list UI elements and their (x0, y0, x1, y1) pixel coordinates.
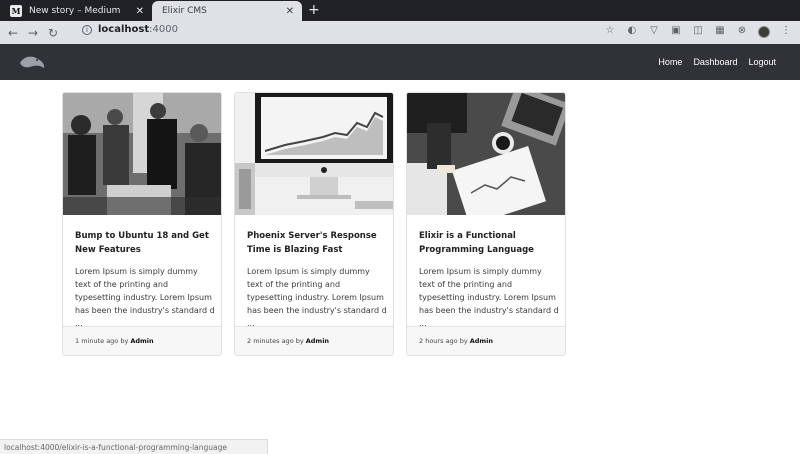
tab-title: New story – Medium (29, 6, 121, 16)
nav-link-logout[interactable]: Logout (748, 57, 776, 67)
url-port: :4000 (149, 24, 178, 35)
toolbar-actions: ☆ ◐ ▽ ▣ ◫ ▦ ⊗ ⋮ (604, 25, 792, 39)
post-title[interactable]: Phoenix Server's Response Time is Blazin… (247, 229, 385, 257)
post-author: Admin (130, 337, 154, 345)
post-excerpt: Lorem Ipsum is simply dummy text of the … (247, 267, 387, 328)
back-arrow-icon[interactable]: ← (6, 26, 20, 40)
imac-chart-photo[interactable] (235, 93, 393, 215)
address-bar[interactable]: i localhost :4000 (82, 24, 178, 35)
post-time: 2 minutes ago (247, 337, 294, 345)
post-title[interactable]: Elixir is a Functional Programming Langu… (419, 229, 557, 257)
post-time: 2 hours ago (419, 337, 458, 345)
extension-icon[interactable]: ⊗ (736, 25, 748, 39)
post-meta: 2 hours ago by Admin (407, 326, 565, 355)
bookmark-star-icon[interactable]: ☆ (604, 25, 616, 39)
site-navbar: Home Dashboard Logout (0, 44, 800, 80)
desk-documents-photo[interactable] (407, 93, 565, 215)
post-excerpt: Lorem Ipsum is simply dummy text of the … (75, 267, 215, 328)
team-meeting-photo[interactable] (63, 93, 221, 215)
vpn-icon[interactable]: ▽ (648, 25, 660, 39)
post-by: by (295, 337, 304, 345)
forward-arrow-icon[interactable]: → (26, 26, 40, 40)
tab-medium[interactable]: M New story – Medium ✕ (0, 1, 152, 21)
reload-icon[interactable]: ↻ (46, 26, 60, 40)
extension-icon[interactable]: ▦ (714, 25, 726, 39)
menu-kebab-icon[interactable]: ⋮ (780, 25, 792, 39)
site-info-icon[interactable]: i (82, 24, 92, 35)
post-meta: 1 minute ago by Admin (63, 326, 221, 355)
tab-title: Elixir CMS (162, 6, 207, 16)
close-tab-icon[interactable]: ✕ (136, 6, 144, 17)
post-by: by (120, 337, 129, 345)
link-status-bar: localhost:4000/elixir-is-a-functional-pr… (0, 439, 268, 454)
nav-links: Home Dashboard Logout (658, 44, 776, 80)
extension-icon[interactable]: ▣ (670, 25, 682, 39)
brand-logo-icon[interactable] (18, 53, 46, 71)
profile-avatar[interactable] (758, 26, 770, 38)
extension-icon[interactable]: ◫ (692, 25, 704, 39)
extension-icon[interactable]: ◐ (626, 25, 638, 39)
post-by: by (459, 337, 468, 345)
post-card[interactable]: Elixir is a Functional Programming Langu… (406, 92, 566, 356)
post-title[interactable]: Bump to Ubuntu 18 and Get New Features (75, 229, 213, 257)
new-tab-button[interactable]: + (308, 2, 320, 18)
post-meta: 2 minutes ago by Admin (235, 326, 393, 355)
browser-tab-strip: M New story – Medium ✕ Elixir CMS ✕ + (0, 0, 800, 21)
post-time: 1 minute ago (75, 337, 119, 345)
close-tab-icon[interactable]: ✕ (286, 6, 294, 17)
post-card[interactable]: Phoenix Server's Response Time is Blazin… (234, 92, 394, 356)
post-card[interactable]: Bump to Ubuntu 18 and Get New Features L… (62, 92, 222, 356)
post-author: Admin (469, 337, 494, 345)
post-author: Admin (305, 337, 330, 345)
tab-elixir-cms[interactable]: Elixir CMS ✕ (152, 1, 302, 21)
post-excerpt: Lorem Ipsum is simply dummy text of the … (419, 267, 559, 328)
url-host: localhost (98, 24, 150, 35)
medium-favicon-icon: M (10, 5, 22, 17)
nav-link-dashboard[interactable]: Dashboard (693, 57, 737, 67)
browser-toolbar: ← → ↻ i localhost :4000 ☆ ◐ ▽ ▣ ◫ ▦ ⊗ ⋮ (0, 21, 800, 44)
nav-link-home[interactable]: Home (658, 57, 682, 67)
